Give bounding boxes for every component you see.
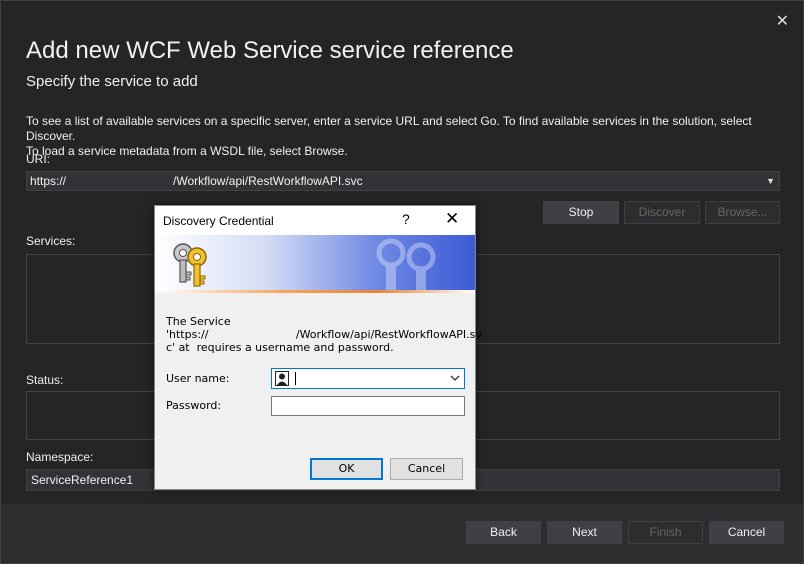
instructions-line: To see a list of available services on a… bbox=[26, 114, 752, 143]
wizard-footer: Back Next Finish Cancel bbox=[1, 504, 803, 563]
cancel-button[interactable]: Cancel bbox=[709, 521, 784, 544]
banner-accent-line bbox=[155, 290, 475, 293]
message-line: The Service bbox=[166, 315, 231, 328]
close-icon[interactable]: ✕ bbox=[445, 209, 459, 229]
close-icon[interactable]: ✕ bbox=[776, 11, 789, 31]
next-button[interactable]: Next bbox=[547, 521, 622, 544]
help-icon[interactable]: ? bbox=[402, 211, 410, 227]
dialog-cancel-button[interactable]: Cancel bbox=[390, 458, 463, 480]
keys-watermark-icon bbox=[376, 238, 436, 293]
chevron-down-icon[interactable] bbox=[449, 372, 461, 384]
page-subtitle: Specify the service to add bbox=[26, 73, 198, 90]
text-caret bbox=[295, 372, 296, 385]
browse-button[interactable]: Browse... bbox=[705, 201, 780, 224]
username-label: User name: bbox=[166, 372, 230, 385]
discovery-credential-dialog: Discovery Credential ? ✕ The Service 'ht… bbox=[154, 205, 482, 490]
back-button[interactable]: Back bbox=[466, 521, 541, 544]
finish-button[interactable]: Finish bbox=[628, 521, 703, 544]
dialog-titlebar: Discovery Credential ? ✕ bbox=[155, 206, 475, 235]
uri-label: URI: bbox=[26, 152, 50, 166]
password-input[interactable] bbox=[271, 396, 465, 416]
instructions-line: To load a service metadata from a WSDL f… bbox=[26, 144, 348, 158]
uri-combobox[interactable]: https:// /Workflow/api/RestWorkflowAPI.s… bbox=[26, 171, 780, 191]
password-label: Password: bbox=[166, 399, 222, 412]
instructions-text: To see a list of available services on a… bbox=[26, 114, 786, 159]
message-line: 'https:// /Workflow/api/RestWorkflowAPI.… bbox=[166, 328, 482, 341]
keys-icon bbox=[173, 243, 207, 287]
uri-path-text: /Workflow/api/RestWorkflowAPI.svc bbox=[173, 174, 363, 188]
message-line: c' at requires a username and password. bbox=[166, 341, 394, 354]
dialog-banner bbox=[155, 235, 475, 293]
credential-message: The Service 'https:// /Workflow/api/Rest… bbox=[166, 315, 482, 354]
dropdown-arrow-icon[interactable]: ▼ bbox=[766, 172, 775, 190]
username-combobox[interactable] bbox=[271, 368, 465, 389]
page-title: Add new WCF Web Service service referenc… bbox=[26, 37, 514, 64]
status-label: Status: bbox=[26, 373, 64, 387]
stop-button[interactable]: Stop bbox=[543, 201, 619, 224]
services-label: Services: bbox=[26, 234, 76, 248]
namespace-label: Namespace: bbox=[26, 450, 94, 464]
dialog-title: Discovery Credential bbox=[163, 214, 274, 228]
discover-button[interactable]: Discover bbox=[624, 201, 700, 224]
uri-prefix-text: https:// bbox=[30, 174, 67, 188]
user-icon bbox=[275, 371, 289, 386]
ok-button[interactable]: OK bbox=[310, 458, 383, 480]
